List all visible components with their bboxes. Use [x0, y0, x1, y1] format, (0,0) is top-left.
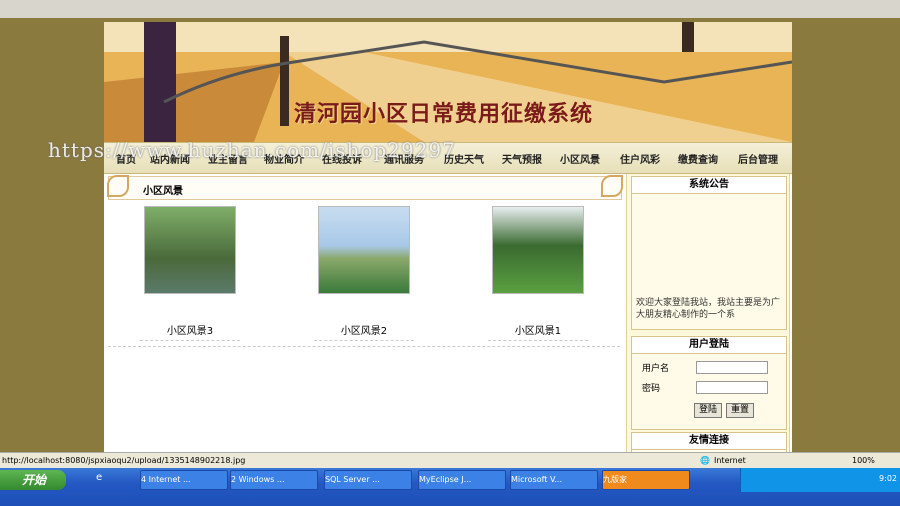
- login-button[interactable]: 登陆: [694, 403, 722, 418]
- zoom-control[interactable]: 100%: [852, 456, 875, 465]
- windows-taskbar: 开始 e 4 Internet ... 2 Windows ... SQL Se…: [0, 468, 900, 506]
- section-title: 小区风景: [143, 186, 183, 197]
- watermark-text: https://www.huzhan.com/ishop29297: [48, 138, 456, 162]
- system-tray: 9:02: [740, 468, 900, 492]
- username-label: 用户名: [642, 364, 670, 374]
- nav-item-scenery[interactable]: 小区风景: [560, 151, 600, 166]
- links-box: 友情连接: [631, 432, 787, 452]
- browser-top-bar: [0, 0, 900, 18]
- sidebar: 系统公告 欢迎大家登陆我站，我站主要是为广大朋友精心制作的一个系 用户登陆 用户…: [626, 174, 790, 452]
- status-url: http://localhost:8080/jspxiaoqu2/upload/…: [2, 456, 246, 465]
- site-banner: 清河园小区日常费用征缴系统: [104, 22, 792, 142]
- login-box: 用户登陆 用户名 密码 登陆 重置: [631, 336, 787, 430]
- notice-box: 系统公告 欢迎大家登陆我站，我站主要是为广大朋友精心制作的一个系: [631, 176, 787, 330]
- task-microsoft[interactable]: Microsoft V...: [510, 470, 598, 490]
- username-input[interactable]: [696, 361, 768, 374]
- task-windows[interactable]: 2 Windows ...: [230, 470, 318, 490]
- zone-label: Internet: [714, 456, 746, 465]
- links-title: 友情连接: [632, 433, 786, 450]
- photo-label[interactable]: 小区风景2: [314, 322, 414, 341]
- section-header: 小区风景: [107, 175, 623, 200]
- ornament-icon: [107, 175, 129, 197]
- notice-text: 欢迎大家登陆我站，我站主要是为广大朋友精心制作的一个系: [636, 298, 781, 320]
- nav-item-residents[interactable]: 住户风彩: [620, 151, 660, 166]
- task-ie[interactable]: 4 Internet ...: [140, 470, 228, 490]
- globe-icon: 🌐: [700, 456, 710, 465]
- start-button[interactable]: 开始: [0, 470, 66, 490]
- task-myeclipse[interactable]: MyEclipse J...: [418, 470, 506, 490]
- login-title: 用户登陆: [632, 337, 786, 354]
- photo-label[interactable]: 小区风景1: [488, 322, 588, 341]
- ie-icon[interactable]: e: [96, 472, 102, 483]
- task-sql-server[interactable]: SQL Server ...: [324, 470, 412, 490]
- clock[interactable]: 9:02: [879, 474, 897, 483]
- nav-item-payment[interactable]: 缴费查询: [678, 151, 718, 166]
- status-bar: http://localhost:8080/jspxiaoqu2/upload/…: [0, 452, 900, 469]
- site-title: 清河园小区日常费用征缴系统: [294, 101, 594, 127]
- scenery-content: 小区风景 小区风景3 小区风景2 小区风景1: [104, 174, 624, 452]
- nav-item-admin[interactable]: 后台管理: [738, 151, 778, 166]
- photo-label[interactable]: 小区风景3: [140, 322, 240, 341]
- notice-title: 系统公告: [632, 177, 786, 194]
- nav-item-weather[interactable]: 天气预报: [502, 151, 542, 166]
- reset-button[interactable]: 重置: [726, 403, 754, 418]
- ornament-icon: [601, 175, 623, 197]
- web-page: 清河园小区日常费用征缴系统 首页 站内新闻 业主留言 物业简介 在线投诉 通讯服…: [104, 22, 792, 452]
- scenery-photo-1[interactable]: [492, 206, 584, 294]
- divider: [108, 346, 620, 347]
- scenery-photo-3[interactable]: [144, 206, 236, 294]
- password-input[interactable]: [696, 381, 768, 394]
- task-jiubanjia[interactable]: 九版家: [602, 470, 690, 490]
- password-label: 密码: [642, 384, 661, 394]
- scenery-photo-2[interactable]: [318, 206, 410, 294]
